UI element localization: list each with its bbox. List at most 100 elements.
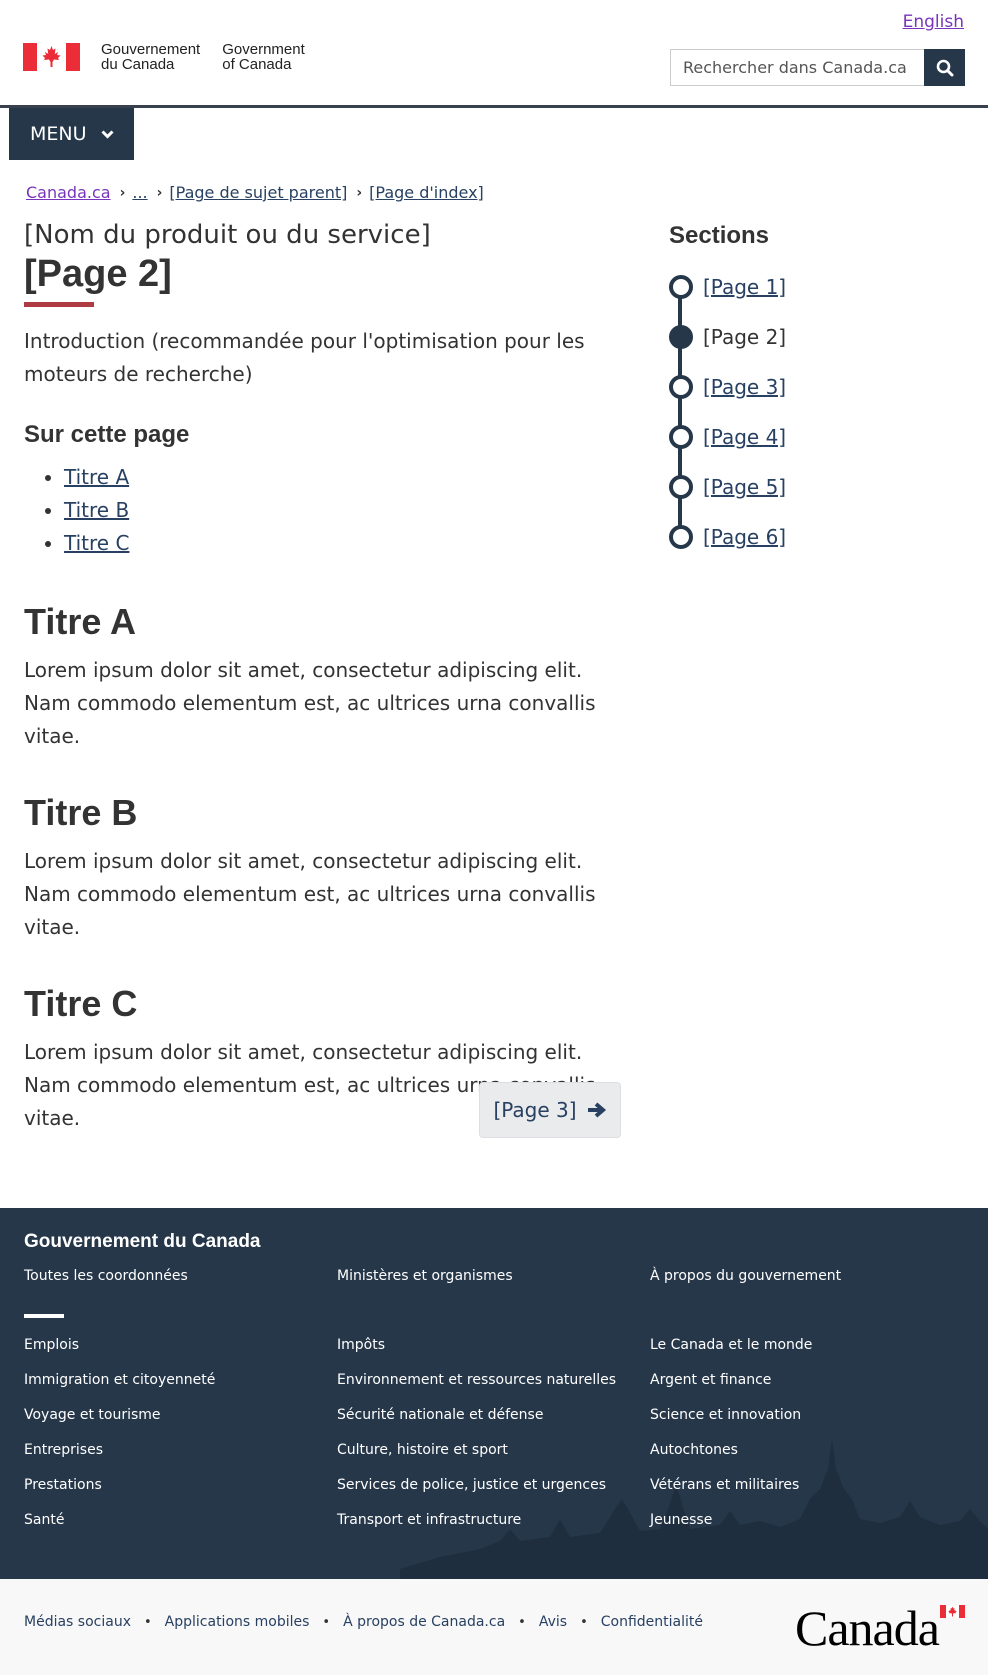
sub-footer-link-apps[interactable]: Applications mobiles bbox=[165, 1614, 310, 1630]
breadcrumb-item-parent[interactable]: [Page de sujet parent] bbox=[169, 183, 347, 202]
steps-list: [Page 1] [Page 2] [Page 3] [Page 4] [Pag… bbox=[669, 262, 786, 562]
footer-link[interactable]: Emplois bbox=[24, 1328, 215, 1363]
sub-footer-link-about[interactable]: À propos de Canada.ca bbox=[343, 1614, 505, 1630]
footer-col-1: Emplois Immigration et citoyenneté Voyag… bbox=[24, 1328, 215, 1538]
bullet-separator: • bbox=[322, 1614, 331, 1630]
title-underline bbox=[24, 302, 94, 307]
step-item-page-1[interactable]: [Page 1] bbox=[669, 262, 786, 312]
next-page-label: [Page 3] bbox=[493, 1098, 577, 1122]
step-link[interactable]: [Page 1] bbox=[703, 275, 786, 299]
step-dot-icon bbox=[669, 425, 693, 449]
list-item: Titre A bbox=[64, 461, 624, 494]
step-link[interactable]: [Page 5] bbox=[703, 475, 786, 499]
next-page-button[interactable]: [Page 3] bbox=[479, 1082, 621, 1138]
footer-link[interactable]: Santé bbox=[24, 1503, 215, 1538]
step-item-page-6[interactable]: [Page 6] bbox=[669, 512, 786, 562]
brand-fr-line2: du Canada bbox=[101, 56, 175, 73]
chevron-right-icon: › bbox=[156, 184, 163, 201]
section-heading: Titre A bbox=[24, 601, 137, 642]
main-content: [Nom du produit ou du service] [Page 2] … bbox=[24, 218, 624, 1135]
step-dot-icon bbox=[669, 275, 693, 299]
search-button[interactable] bbox=[924, 49, 965, 86]
sub-footer-link-privacy[interactable]: Confidentialité bbox=[601, 1614, 703, 1630]
footer-link-contacts[interactable]: Toutes les coordonnées bbox=[24, 1259, 188, 1294]
footer-divider bbox=[24, 1314, 64, 1318]
footer-link-about-government[interactable]: À propos du gouvernement bbox=[650, 1259, 841, 1294]
arrow-right-icon bbox=[587, 1102, 606, 1118]
brand-en-text: Government of Canada bbox=[222, 42, 305, 72]
sub-footer-link-social[interactable]: Médias sociaux bbox=[24, 1614, 131, 1630]
brand-en-line2: of Canada bbox=[222, 56, 292, 73]
bullet-separator: • bbox=[518, 1614, 526, 1630]
canada-wordmark: Canada bbox=[795, 1599, 965, 1657]
menu-button[interactable]: MENU bbox=[9, 108, 134, 160]
breadcrumb-item-index[interactable]: [Page d'index] bbox=[369, 183, 484, 202]
step-current: [Page 2] bbox=[703, 325, 787, 349]
search-input[interactable] bbox=[670, 49, 924, 86]
step-link[interactable]: [Page 6] bbox=[703, 525, 786, 549]
footer-link[interactable]: Environnement et ressources naturelles bbox=[337, 1363, 616, 1398]
step-item-page-4[interactable]: [Page 4] bbox=[669, 412, 786, 462]
section-text: Lorem ipsum dolor sit amet, consectetur … bbox=[24, 658, 596, 748]
footer-link-departments[interactable]: Ministères et organismes bbox=[337, 1259, 513, 1294]
step-item-page-5[interactable]: [Page 5] bbox=[669, 462, 786, 512]
footer-title: Gouvernement du Canada bbox=[24, 1231, 261, 1252]
on-page-link-titre-c[interactable]: Titre C bbox=[64, 531, 129, 555]
brand-fr-text: Gouvernement du Canada bbox=[101, 42, 200, 72]
site-footer: Gouvernement du Canada Toutes les coordo… bbox=[0, 1208, 988, 1579]
breadcrumb: Canada.ca › ... › [Page de sujet parent]… bbox=[26, 183, 484, 202]
goc-signature[interactable]: Gouvernement du Canada Government of Can… bbox=[23, 42, 305, 72]
breadcrumb-item-home[interactable]: Canada.ca bbox=[26, 183, 111, 202]
footer-link[interactable]: Jeunesse bbox=[650, 1503, 812, 1538]
on-page-link-titre-b[interactable]: Titre B bbox=[64, 498, 129, 522]
on-page-link-titre-a[interactable]: Titre A bbox=[64, 465, 129, 489]
footer-link[interactable]: Le Canada et le monde bbox=[650, 1328, 812, 1363]
step-dot-icon bbox=[669, 375, 693, 399]
canada-flag-small-icon bbox=[940, 1605, 965, 1618]
step-link[interactable]: [Page 4] bbox=[703, 425, 786, 449]
footer-link[interactable]: Impôts bbox=[337, 1328, 616, 1363]
footer-link[interactable]: Culture, histoire et sport bbox=[337, 1433, 616, 1468]
canada-flag-icon bbox=[23, 43, 80, 71]
footer-link[interactable]: Services de police, justice et urgences bbox=[337, 1468, 616, 1503]
product-name: [Nom du produit ou du service] bbox=[24, 220, 431, 250]
sub-footer-links: Médias sociaux • Applications mobiles • … bbox=[24, 1614, 703, 1630]
sections-nav: Sections [Page 1] [Page 2] [Page 3] [Pag… bbox=[669, 222, 786, 562]
bullet-separator: • bbox=[143, 1614, 152, 1630]
site-search bbox=[670, 49, 965, 86]
chevron-right-icon: › bbox=[119, 184, 126, 201]
footer-link[interactable]: Prestations bbox=[24, 1468, 215, 1503]
section-titre-a: Titre A Lorem ipsum dolor sit amet, cons… bbox=[24, 602, 624, 753]
footer-link[interactable]: Science et innovation bbox=[650, 1398, 812, 1433]
sub-footer-link-notices[interactable]: Avis bbox=[539, 1614, 567, 1630]
step-dot-icon bbox=[669, 525, 693, 549]
footer-col-2: Impôts Environnement et ressources natur… bbox=[337, 1328, 616, 1538]
section-heading: Titre C bbox=[24, 983, 138, 1024]
chevron-right-icon: › bbox=[356, 184, 363, 201]
section-text: Lorem ipsum dolor sit amet, consectetur … bbox=[24, 849, 596, 939]
sub-footer: Médias sociaux • Applications mobiles • … bbox=[0, 1579, 988, 1675]
list-item: Titre C bbox=[64, 527, 624, 560]
brand-en-line1: Government bbox=[222, 41, 305, 58]
step-dot-icon bbox=[669, 475, 693, 499]
footer-link[interactable]: Voyage et tourisme bbox=[24, 1398, 215, 1433]
intro-text: Introduction (recommandée pour l'optimis… bbox=[24, 329, 585, 386]
on-this-page-heading: Sur cette page bbox=[24, 421, 190, 448]
bullet-separator: • bbox=[580, 1614, 588, 1630]
footer-link[interactable]: Immigration et citoyenneté bbox=[24, 1363, 215, 1398]
wordmark-text: Canada bbox=[795, 1600, 940, 1656]
step-item-page-3[interactable]: [Page 3] bbox=[669, 362, 786, 412]
step-link[interactable]: [Page 3] bbox=[703, 375, 786, 399]
menu-label: MENU bbox=[30, 123, 87, 145]
footer-link[interactable]: Entreprises bbox=[24, 1433, 215, 1468]
breadcrumb-item-ellipsis[interactable]: ... bbox=[132, 183, 147, 202]
list-item: Titre B bbox=[64, 494, 624, 527]
footer-link[interactable]: Transport et infrastructure bbox=[337, 1503, 616, 1538]
language-toggle-link[interactable]: English bbox=[903, 12, 964, 32]
section-titre-b: Titre B Lorem ipsum dolor sit amet, cons… bbox=[24, 793, 624, 944]
footer-link[interactable]: Autochtones bbox=[650, 1433, 812, 1468]
footer-link[interactable]: Argent et finance bbox=[650, 1363, 812, 1398]
footer-link[interactable]: Sécurité nationale et défense bbox=[337, 1398, 616, 1433]
footer-link[interactable]: Vétérans et militaires bbox=[650, 1468, 812, 1503]
on-this-page-list: Titre A Titre B Titre C bbox=[24, 461, 624, 560]
